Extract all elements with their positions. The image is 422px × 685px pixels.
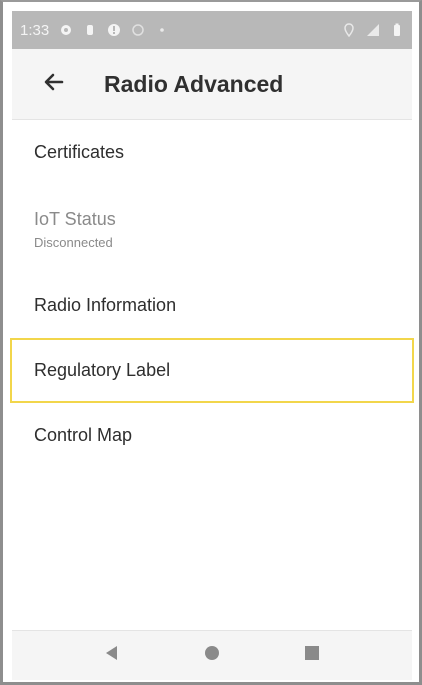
status-left-group: 1:33	[12, 22, 169, 39]
nav-back-button[interactable]	[92, 636, 132, 676]
notification-icon	[83, 23, 97, 37]
list-item-regulatory-label[interactable]: Regulatory Label	[10, 338, 414, 403]
list-item-certificates[interactable]: Certificates	[12, 120, 412, 185]
list-item-iot-status[interactable]: IoT Status Disconnected	[12, 185, 412, 273]
list-item-label: Certificates	[34, 142, 125, 162]
app-bar: Radio Advanced	[12, 49, 412, 120]
back-triangle-icon	[102, 643, 122, 668]
list-item-label: IoT Status	[34, 208, 116, 229]
battery-icon	[390, 23, 404, 37]
list-item-label: Regulatory Label	[34, 360, 171, 380]
alert-icon	[107, 23, 121, 37]
nav-recents-button[interactable]	[292, 636, 332, 676]
vpn-icon	[131, 23, 145, 37]
back-button[interactable]	[26, 56, 82, 112]
status-bar: 1:33	[12, 11, 412, 49]
dot-icon	[155, 23, 169, 37]
status-time: 1:33	[20, 21, 50, 39]
page-title: Radio Advanced	[104, 70, 284, 97]
recents-square-icon	[302, 643, 322, 668]
list-item-subtitle: Disconnected	[34, 234, 113, 250]
list-item-label: Radio Information	[34, 295, 177, 315]
list-item-radio-information[interactable]: Radio Information	[12, 273, 412, 338]
signal-icon	[366, 23, 380, 37]
list-item-control-map[interactable]: Control Map	[12, 403, 412, 468]
device-frame: 1:33 Radio Advanced Certificates IoT Sta…	[0, 0, 422, 685]
home-circle-icon	[202, 643, 222, 668]
nav-home-button[interactable]	[192, 636, 232, 676]
gear-icon	[59, 23, 73, 37]
arrow-left-icon	[42, 70, 66, 99]
list-item-label: Control Map	[34, 425, 133, 445]
location-icon	[342, 23, 356, 38]
system-nav-bar	[12, 630, 412, 680]
status-right-group	[342, 23, 412, 38]
settings-list: Certificates IoT Status Disconnected Rad…	[10, 120, 414, 468]
